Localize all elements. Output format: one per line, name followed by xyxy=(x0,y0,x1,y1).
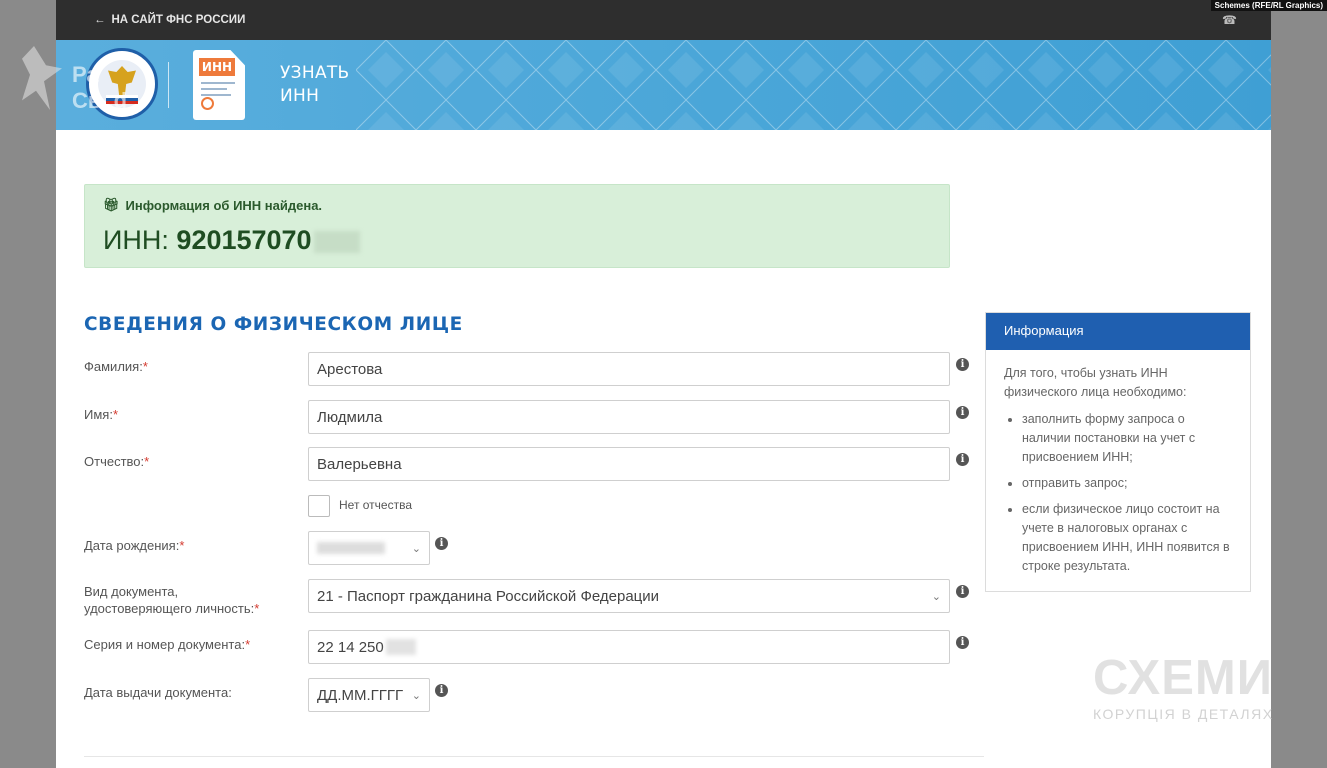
list-item: заполнить форму запроса о наличии постан… xyxy=(1022,410,1232,467)
doc-number-label: Серия и номер документа:* xyxy=(84,637,251,652)
back-to-fns-link[interactable]: ← НА САЙТ ФНС РОССИИ xyxy=(94,14,245,26)
doc-type-select[interactable]: 21 - Паспорт гражданина Российской Федер… xyxy=(308,579,950,613)
doc-number-input[interactable]: 22 14 250 xyxy=(308,630,950,664)
issue-date-label: Дата выдачи документа: xyxy=(84,685,232,700)
name-input[interactable]: Людмила xyxy=(308,400,950,434)
banner-title-line1: УЗНАТЬ xyxy=(280,63,350,83)
no-patronymic-label: Нет отчества xyxy=(339,498,413,512)
inn-label: ИНН: xyxy=(103,225,169,255)
gift-icon: 🎁︎ xyxy=(103,197,120,212)
inn-document-icon: ИНН xyxy=(193,50,245,120)
name-label: Имя:* xyxy=(84,407,118,422)
redacted-doc-digits xyxy=(385,639,416,655)
doc-type-label: Вид документа, удостоверяющего личность:… xyxy=(84,584,260,616)
name-info-icon[interactable]: i xyxy=(956,406,969,419)
banner-title: УЗНАТЬ ИНН xyxy=(280,62,350,108)
chevron-down-icon: ⌄ xyxy=(931,590,941,603)
top-bar: ← НА САЙТ ФНС РОССИИ ☎ xyxy=(56,0,1271,40)
banner-divider xyxy=(168,62,169,108)
info-panel: Информация Для того, чтобы узнать ИНН фи… xyxy=(985,312,1251,592)
issue-date-select[interactable]: ДД.ММ.ГГГГ ⌄ xyxy=(308,678,430,712)
surname-info-icon[interactable]: i xyxy=(956,358,969,371)
no-patronymic-checkbox[interactable] xyxy=(308,495,330,517)
inn-value: 920157070 xyxy=(176,225,312,255)
inn-tag-text: ИНН xyxy=(199,58,235,76)
chevron-down-icon: ⌄ xyxy=(411,689,421,702)
redacted-digits xyxy=(313,230,360,253)
birth-date-select[interactable]: ⌄ xyxy=(308,531,430,565)
phone-icon[interactable]: ☎ xyxy=(1222,13,1237,27)
birth-date-info-icon[interactable]: i xyxy=(435,537,448,550)
info-panel-intro: Для того, чтобы узнать ИНН физического л… xyxy=(1004,366,1187,399)
success-alert: 🎁︎ Информация об ИНН найдена. ИНН: 92015… xyxy=(84,184,950,268)
patronymic-input[interactable]: Валерьевна xyxy=(308,447,950,481)
patronymic-label: Отчество:* xyxy=(84,454,150,469)
back-link-label: НА САЙТ ФНС РОССИИ xyxy=(111,14,246,26)
doc-number-info-icon[interactable]: i xyxy=(956,636,969,649)
surname-label: Фамилия:* xyxy=(84,359,148,374)
chevron-down-icon: ⌄ xyxy=(411,542,421,555)
alert-message: Информация об ИНН найдена. xyxy=(125,197,323,213)
info-panel-list: заполнить форму запроса о наличии постан… xyxy=(1004,410,1232,576)
banner-title-line2: ИНН xyxy=(280,86,320,106)
header-banner: ИНН УЗНАТЬ ИНН xyxy=(56,40,1271,130)
arrow-left-icon: ← xyxy=(94,14,106,26)
browser-page: ← НА САЙТ ФНС РОССИИ ☎ ИНН УЗНАТЬ ИНН 🎁︎… xyxy=(56,0,1271,768)
form-divider xyxy=(84,756,984,757)
birth-date-label: Дата рождения:* xyxy=(84,538,185,553)
list-item: отправить запрос; xyxy=(1022,474,1232,493)
issue-date-info-icon[interactable]: i xyxy=(435,684,448,697)
surname-input[interactable]: Арестова xyxy=(308,352,950,386)
doc-type-info-icon[interactable]: i xyxy=(956,585,969,598)
patronymic-info-icon[interactable]: i xyxy=(956,453,969,466)
image-credit: Schemes (RFE/RL Graphics) xyxy=(1210,0,1327,11)
redacted-birth-date xyxy=(317,542,385,554)
list-item: если физическое лицо состоит на учете в … xyxy=(1022,500,1232,576)
inn-result: ИНН: 920157070 xyxy=(103,225,931,256)
fns-emblem-icon xyxy=(86,48,158,120)
section-title: СВЕДЕНИЯ О ФИЗИЧЕСКОМ ЛИЦЕ xyxy=(84,314,463,335)
info-panel-title: Информация xyxy=(986,313,1250,350)
